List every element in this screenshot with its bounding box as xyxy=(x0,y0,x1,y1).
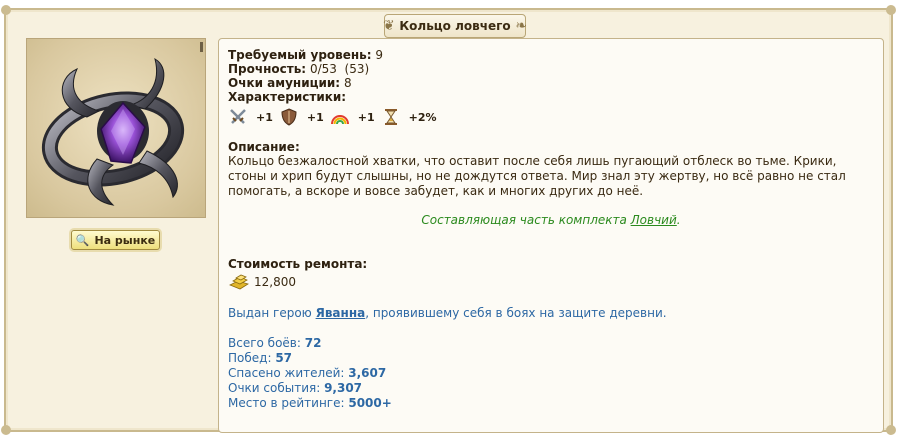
image-scroll-handle xyxy=(200,42,203,52)
frame-corner-ornament xyxy=(886,5,896,15)
rating-value: 5000+ xyxy=(348,396,392,410)
required-level-label: Требуемый уровень: xyxy=(228,48,372,62)
set-prefix: Составляющая часть комплекта xyxy=(421,213,631,227)
description-text: Кольцо безжалостной хватки, что оставит … xyxy=(228,154,846,198)
hero-prefix: Выдан герою xyxy=(228,306,316,320)
frame-corner-ornament xyxy=(1,425,11,435)
repair-cost-label: Стоимость ремонта: xyxy=(228,257,368,271)
saved-label: Спасено жителей: xyxy=(228,366,349,380)
scroll-ornament-icon: ❦ xyxy=(383,18,395,34)
event-points-value: 9,307 xyxy=(324,381,363,395)
rating-row: Место в рейтинге: 5000+ xyxy=(228,396,874,411)
market-button[interactable]: 🔍 На рынке xyxy=(71,230,160,250)
rating-label: Место в рейтинге: xyxy=(228,396,349,410)
swords-icon xyxy=(230,109,246,124)
saved-row: Спасено жителей: 3,607 xyxy=(228,366,874,381)
hourglass-icon xyxy=(384,109,397,125)
item-info-panel: Требуемый уровень: 9 Прочность: 0/53 (53… xyxy=(218,38,884,433)
item-image xyxy=(26,38,206,218)
ammo-points-label: Очки амуниции: xyxy=(228,76,341,90)
required-level-row: Требуемый уровень: 9 xyxy=(228,48,874,62)
shield-icon xyxy=(281,108,297,126)
set-suffix: . xyxy=(676,213,681,227)
description-label: Описание: xyxy=(228,140,300,154)
window-title-plate: ❦ Кольцо ловчего ❧ xyxy=(383,14,527,38)
ammo-points-value: 8 xyxy=(343,76,352,90)
durability-value: 0/53 (53) xyxy=(309,62,370,76)
hero-link[interactable]: Яванна xyxy=(316,306,366,320)
hero-suffix: , проявившему себя в боях на защите дере… xyxy=(365,306,667,320)
saved-value: 3,607 xyxy=(348,366,387,380)
ring-icon xyxy=(41,57,185,206)
wins-value: 57 xyxy=(275,351,293,365)
frame-corner-ornament xyxy=(1,5,11,15)
defense-bonus-value: +1 xyxy=(306,110,324,124)
hero-stats: Всего боёв: 72 Побед: 57 Спасено жителей… xyxy=(228,336,874,411)
description-label-row: Описание: xyxy=(228,140,874,154)
durability-row: Прочность: 0/53 (53) xyxy=(228,62,874,76)
characteristics-row: +1 +1 +1 +2% xyxy=(228,106,874,128)
attack-bonus-value: +1 xyxy=(256,110,273,124)
characteristics-label-row: Характеристики: xyxy=(228,90,874,104)
characteristics-label: Характеристики: xyxy=(228,90,347,104)
hero-info: Выдан герою Яванна, проявившему себя в б… xyxy=(228,306,874,320)
repair-cost-row: 12,800 xyxy=(228,272,874,292)
battles-label: Всего боёв: xyxy=(228,336,305,350)
window-title: Кольцо ловчего xyxy=(399,19,511,33)
rainbow-icon xyxy=(330,115,349,125)
set-link[interactable]: Ловчий xyxy=(631,213,677,227)
set-info: Составляющая часть комплекта Ловчий. xyxy=(228,213,874,227)
repair-cost-value: 12,800 xyxy=(254,275,296,289)
event-points-label: Очки события: xyxy=(228,381,325,395)
ammo-points-row: Очки амуниции: 8 xyxy=(228,76,874,90)
wins-row: Побед: 57 xyxy=(228,351,874,366)
durability-label: Прочность: xyxy=(228,62,307,76)
gold-icon xyxy=(229,274,249,290)
event-points-row: Очки события: 9,307 xyxy=(228,381,874,396)
scroll-ornament-icon: ❧ xyxy=(515,18,527,34)
item-window: ❦ Кольцо ловчего ❧ 🔍 На рынке Требуемый … xyxy=(1,5,896,435)
repair-cost-label-row: Стоимость ремонта: xyxy=(228,257,874,271)
luck-bonus-value: +1 xyxy=(357,110,375,124)
wins-label: Побед: xyxy=(228,351,276,365)
market-button-label: На рынке xyxy=(94,233,156,247)
frame-corner-ornament xyxy=(886,425,896,435)
battles-value: 72 xyxy=(304,336,322,350)
battles-row: Всего боёв: 72 xyxy=(228,336,874,351)
required-level-value: 9 xyxy=(375,48,384,62)
magnifier-icon: 🔍 xyxy=(75,233,90,247)
initiative-bonus-value: +2% xyxy=(408,110,437,124)
